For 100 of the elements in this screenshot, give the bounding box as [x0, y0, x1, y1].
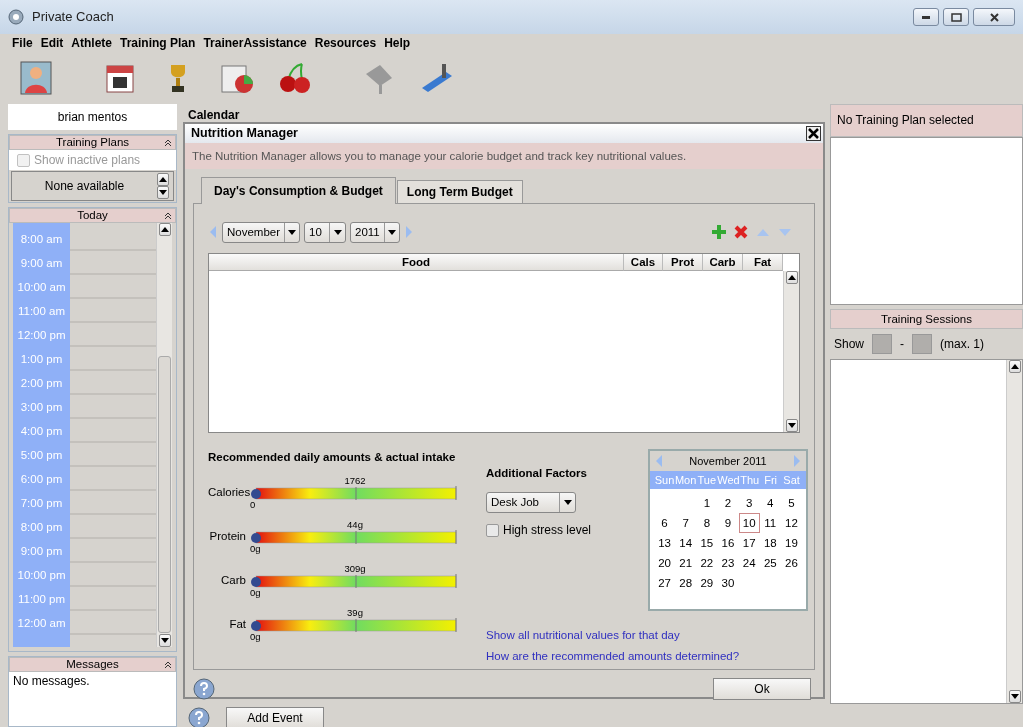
- day-cell[interactable]: 24: [738, 552, 760, 573]
- day-cell[interactable]: 26: [780, 552, 802, 573]
- scrollbar[interactable]: [156, 223, 172, 647]
- help-icon[interactable]: [193, 677, 215, 700]
- menu-item[interactable]: File: [12, 34, 33, 52]
- time-label: 11:00 pm: [16, 592, 67, 607]
- add-icon[interactable]: [712, 225, 726, 240]
- menu-item[interactable]: Athlete: [71, 34, 112, 52]
- column-header[interactable]: Food: [209, 253, 624, 271]
- month-dropdown[interactable]: November: [222, 221, 300, 243]
- collapse-icon[interactable]: [164, 139, 172, 147]
- day-cell[interactable]: 18: [759, 532, 781, 553]
- day-cell[interactable]: 15: [696, 532, 718, 553]
- time-label: 4:00 pm: [19, 424, 64, 439]
- time-label: 5:00 pm: [19, 448, 64, 463]
- day-cell[interactable]: 29: [696, 572, 718, 593]
- meter-label: Protein: [208, 529, 247, 545]
- day-cell[interactable]: 22: [696, 552, 718, 573]
- app-icon: [8, 9, 24, 25]
- actual-value: 0: [250, 500, 257, 510]
- day-cell[interactable]: 4: [759, 492, 781, 513]
- time-label: 1:00 pm: [19, 352, 64, 367]
- time-label: 11:00 am: [16, 304, 67, 319]
- maximize-button[interactable]: [943, 8, 969, 26]
- day-cell[interactable]: 6: [654, 512, 676, 533]
- menu-item[interactable]: Edit: [40, 34, 64, 52]
- weekday-label: Fri: [763, 472, 779, 488]
- day-cell[interactable]: 27: [654, 572, 676, 593]
- column-header[interactable]: Fat: [743, 253, 783, 271]
- day-cell[interactable]: 3: [738, 492, 760, 513]
- time-label: 12:00 am: [16, 616, 67, 631]
- day-cell[interactable]: 1: [696, 492, 718, 513]
- ok-button[interactable]: Ok: [713, 677, 811, 700]
- messages-text: No messages.: [13, 674, 90, 688]
- time-label: 10:00 am: [16, 280, 67, 295]
- year-dropdown[interactable]: 2011: [350, 221, 400, 243]
- day-cell[interactable]: 12: [780, 512, 802, 533]
- day-cell[interactable]: 20: [654, 552, 676, 573]
- day-cell[interactable]: 5: [780, 492, 802, 513]
- day-cell[interactable]: 17: [738, 532, 760, 553]
- day-cell[interactable]: 25: [759, 552, 781, 573]
- section-title: Today: [77, 209, 108, 221]
- column-header[interactable]: Carb: [703, 253, 743, 271]
- tab[interactable]: Day's Consumption & Budget: [201, 176, 396, 204]
- scrollbar[interactable]: [783, 270, 799, 432]
- panel-header: No Training Plan selected: [830, 104, 1023, 137]
- menu-item[interactable]: TrainerAssistance: [203, 34, 307, 52]
- day-cell[interactable]: 28: [675, 572, 697, 593]
- day-cell[interactable]: 8: [696, 512, 718, 533]
- close-button[interactable]: [806, 125, 821, 141]
- day-cell[interactable]: 2: [717, 492, 739, 513]
- time-label: 9:00 am: [19, 256, 64, 271]
- day-cell[interactable]: 14: [675, 532, 697, 553]
- recommended-value: 309g: [344, 564, 366, 574]
- day-cell[interactable]: 23: [717, 552, 739, 573]
- meter-label: Fat: [228, 617, 247, 633]
- day-cell[interactable]: 7: [675, 512, 697, 533]
- start-field[interactable]: [872, 334, 893, 354]
- end-field[interactable]: [912, 334, 933, 354]
- meter-label: Carb: [220, 573, 247, 589]
- tab[interactable]: Long Term Budget: [396, 179, 523, 203]
- show-label: Show: [834, 336, 865, 353]
- checkbox-label: High stress level: [503, 522, 592, 539]
- day-dropdown[interactable]: 10: [304, 221, 346, 243]
- day-cell[interactable]: 30: [717, 572, 739, 593]
- close-button[interactable]: [973, 8, 1015, 26]
- day-cell[interactable]: 11: [759, 512, 781, 533]
- checkbox-label: Show inactive plans: [34, 152, 141, 169]
- collapse-icon[interactable]: [164, 212, 172, 220]
- weekday-label: Tue: [696, 472, 717, 488]
- column-header[interactable]: Prot: [663, 253, 703, 271]
- person-icon[interactable]: [18, 60, 54, 96]
- recommended-value: 1762: [344, 476, 366, 486]
- day-cell[interactable]: 19: [780, 532, 802, 553]
- day-cell[interactable]: 16: [717, 532, 739, 553]
- collapse-icon[interactable]: [164, 661, 172, 669]
- activity-dropdown[interactable]: Desk Job: [486, 492, 576, 513]
- calendar-title: Calendar: [188, 107, 241, 122]
- day-cell[interactable]: 21: [675, 552, 697, 573]
- month-title: November 2011: [689, 453, 767, 469]
- menu-item[interactable]: Resources: [314, 34, 377, 52]
- column-header[interactable]: Cals: [624, 253, 663, 271]
- plan-spinner[interactable]: None available: [11, 171, 174, 201]
- scrollbar[interactable]: [1006, 360, 1022, 703]
- help-icon[interactable]: [188, 707, 210, 727]
- link[interactable]: Show all nutritional values for that day: [486, 626, 808, 644]
- minimize-button[interactable]: [913, 8, 939, 26]
- delete-icon[interactable]: [734, 225, 748, 240]
- menu-item[interactable]: Training Plan: [120, 34, 196, 52]
- day-cell[interactable]: 10: [738, 512, 760, 533]
- weekday-label: Wed: [717, 472, 740, 488]
- section-title: Recommended daily amounts & actual intake: [208, 449, 457, 465]
- section-title: Training Plans: [55, 136, 130, 148]
- menu-item[interactable]: Help: [384, 34, 411, 52]
- checkbox[interactable]: [486, 523, 499, 537]
- add-event-button[interactable]: Add Event: [226, 707, 324, 727]
- day-cell[interactable]: 13: [654, 532, 676, 553]
- day-cell[interactable]: 9: [717, 512, 739, 533]
- weekday-label: Thu: [740, 472, 761, 488]
- link[interactable]: How are the recommended amounts determined?: [486, 648, 808, 666]
